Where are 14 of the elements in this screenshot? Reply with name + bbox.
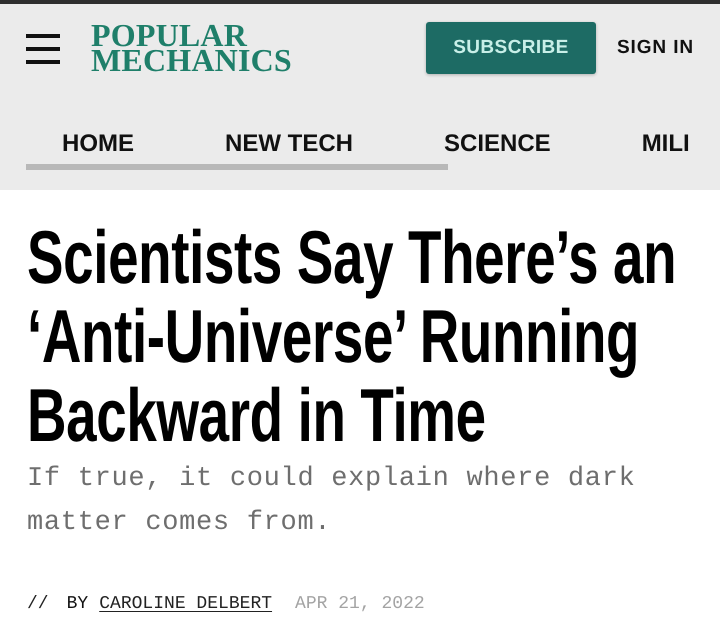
author-link[interactable]: CAROLINE DELBERT	[99, 592, 272, 616]
nav-link[interactable]: MILI	[642, 129, 690, 159]
nav-link[interactable]: NEW TECH	[225, 129, 353, 159]
menu-icon[interactable]	[26, 32, 60, 64]
nav-link[interactable]: SCIENCE	[444, 129, 551, 159]
publish-date: APR 21, 2022	[295, 593, 425, 616]
subscribe-button[interactable]: SUBSCRIBE	[426, 22, 596, 74]
dek: If true, it could explain where dark matter comes from.	[27, 463, 636, 540]
byline-separator: //	[27, 593, 49, 616]
headline: Scientists Say There’s an ‘Anti-Universe’ Running Backward in Time	[27, 218, 678, 455]
sign-in-link[interactable]: SIGN IN	[616, 37, 694, 59]
nav-link[interactable]: HOME	[62, 129, 134, 159]
site-logo[interactable]: POPULAR MECHANICS	[91, 23, 292, 73]
byline-label: BY	[66, 593, 88, 616]
